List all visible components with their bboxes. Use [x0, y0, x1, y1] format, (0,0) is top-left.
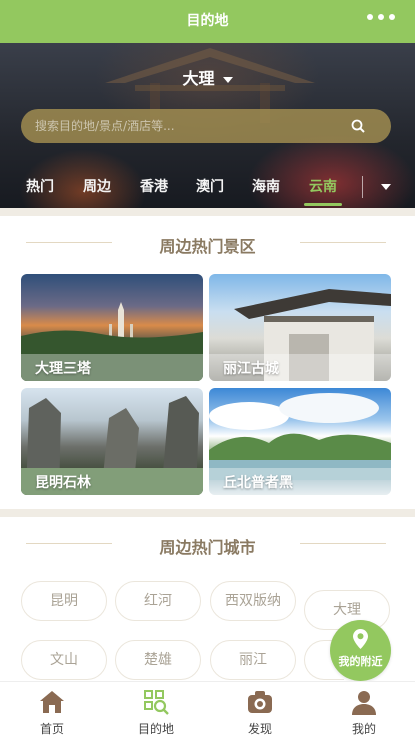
city-selector-label: 大理 [182, 69, 215, 88]
hero-banner: 大理 搜索目的地/景点/酒店等... 热门 周边 香港 澳门 海南 云南 [0, 43, 415, 208]
section-divider [0, 509, 415, 517]
spot-card[interactable]: 昆明石林 [21, 388, 203, 495]
active-tab-indicator [304, 203, 342, 206]
tab-yunnan[interactable]: 云南 [309, 176, 337, 196]
cities-section-header: 周边热门城市 [0, 529, 415, 559]
section-divider [0, 208, 415, 216]
home-icon [40, 691, 64, 713]
spot-card[interactable]: 丽江古城 [209, 274, 391, 381]
location-pin-icon [353, 629, 368, 649]
camera-icon [248, 691, 272, 713]
header-line-right [300, 543, 386, 544]
user-icon [352, 691, 376, 715]
chevron-down-icon[interactable] [381, 184, 391, 190]
destination-icon [144, 690, 169, 715]
nav-label: 我的 [351, 722, 376, 736]
spot-card[interactable]: 丘北普者黑 [209, 388, 391, 495]
city-chip[interactable]: 楚雄 [115, 640, 201, 680]
city-chip[interactable]: 文山 [21, 640, 107, 680]
nav-label: 目的地 [137, 722, 174, 736]
spots-section-title: 周边热门景区 [159, 237, 256, 256]
tab-macau[interactable]: 澳门 [196, 176, 224, 196]
tabs-divider [362, 176, 363, 198]
more-dots-icon[interactable] [367, 14, 395, 20]
spot-label: 昆明石林 [35, 475, 91, 491]
city-chip[interactable]: 红河 [115, 581, 201, 621]
title-bar: 目的地 [0, 0, 415, 43]
page-title: 目的地 [186, 13, 229, 29]
tab-hot[interactable]: 热门 [26, 176, 54, 196]
nav-label: 发现 [247, 722, 272, 736]
tab-nearby[interactable]: 周边 [83, 176, 111, 196]
city-selector[interactable]: 大理 [0, 65, 415, 89]
nav-item-destination[interactable]: 目的地 [104, 682, 208, 741]
header-line-right [300, 242, 386, 243]
chevron-down-icon [222, 76, 233, 83]
spot-label: 大理三塔 [35, 361, 91, 377]
city-chip[interactable]: 西双版纳 [210, 581, 296, 621]
nav-item-discover[interactable]: 发现 [208, 682, 312, 741]
nav-label: 首页 [39, 722, 64, 736]
search-placeholder: 搜索目的地/景点/酒店等... [35, 119, 175, 133]
search-icon[interactable] [351, 119, 365, 133]
nearby-button-label: 我的附近 [338, 655, 383, 668]
search-input[interactable]: 搜索目的地/景点/酒店等... [21, 109, 391, 143]
bottom-navigation: 首页 目的地 发现 我的 [0, 681, 415, 741]
tab-hongkong[interactable]: 香港 [140, 176, 168, 196]
city-chip[interactable]: 昆明 [21, 581, 107, 621]
region-tabs: 热门 周边 香港 澳门 海南 云南 [0, 170, 415, 208]
spot-label: 丘北普者黑 [223, 475, 293, 491]
tab-hainan[interactable]: 海南 [252, 176, 280, 196]
nav-item-profile[interactable]: 我的 [312, 682, 415, 741]
cities-section-title: 周边热门城市 [159, 538, 256, 557]
spot-card[interactable]: 大理三塔 [21, 274, 203, 381]
nearby-button[interactable]: 我的附近 [330, 620, 391, 681]
spots-section-header: 周边热门景区 [0, 228, 415, 258]
spot-label: 丽江古城 [223, 361, 279, 377]
nav-item-home[interactable]: 首页 [0, 682, 104, 741]
city-chip[interactable]: 丽江 [210, 640, 296, 680]
